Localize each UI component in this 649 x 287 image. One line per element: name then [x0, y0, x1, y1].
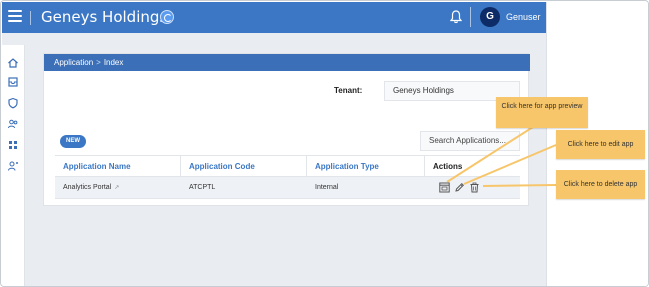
grid-icon[interactable] [7, 139, 19, 151]
app-window: Geneys Holdings G Genuser Application > … [2, 2, 546, 286]
breadcrumb-root[interactable]: Application [54, 58, 93, 67]
top-bar: Geneys Holdings G Genuser [2, 2, 546, 33]
breadcrumb-current: Index [103, 58, 124, 67]
preview-icon[interactable] [439, 182, 450, 193]
tenant-label: Tenant: [334, 86, 363, 95]
sidebar [2, 33, 25, 286]
screenshot-frame: Geneys Holdings G Genuser Application > … [0, 0, 649, 287]
column-header-name[interactable]: Application Name [55, 156, 181, 178]
delete-icon[interactable] [469, 182, 480, 193]
new-button[interactable]: NEW [60, 135, 86, 148]
app-name-cell[interactable]: Analytics Portal ↗ [55, 177, 181, 199]
app-code-cell: ATCPTL [189, 184, 216, 191]
bell-icon[interactable] [450, 10, 462, 24]
user-admin-icon[interactable] [7, 160, 19, 172]
callout-preview: Click here for app preview [496, 97, 588, 128]
table-row: Analytics Portal ↗ ATCPTL Internal [55, 177, 520, 199]
edit-icon[interactable] [454, 182, 465, 193]
refresh-icon[interactable] [160, 10, 174, 24]
header-divider [30, 11, 31, 25]
breadcrumb: Application > Index [44, 54, 530, 71]
search-input[interactable]: Search Applications... [420, 131, 520, 151]
shield-icon[interactable] [7, 97, 19, 109]
app-name[interactable]: Analytics Portal [63, 184, 111, 191]
avatar[interactable]: G [480, 7, 500, 27]
column-header-actions: Actions [433, 162, 463, 171]
app-type-cell: Internal [315, 184, 339, 191]
app-title: Geneys Holdings [41, 8, 168, 26]
column-header-type[interactable]: Application Type [307, 156, 425, 178]
column-header-code[interactable]: Application Code [181, 156, 307, 178]
header-divider-right [470, 7, 471, 27]
sidebar-top-strip [2, 33, 25, 45]
breadcrumb-separator: > [96, 58, 101, 67]
external-link-icon[interactable]: ↗ [114, 185, 119, 191]
application-panel: Application > Index Tenant: Geneys Holding… [43, 53, 530, 206]
inbox-icon[interactable] [7, 76, 19, 88]
applications-table: Application Name Application Code Applic… [55, 155, 520, 199]
users-icon[interactable] [7, 118, 19, 130]
callout-edit: Click here to edit app [556, 130, 645, 159]
table-header: Application Name Application Code Applic… [55, 155, 520, 178]
user-name[interactable]: Genuser [506, 12, 541, 22]
callout-delete: Click here to delete app [556, 170, 645, 199]
menu-icon[interactable] [8, 10, 22, 22]
home-icon[interactable] [7, 57, 19, 69]
